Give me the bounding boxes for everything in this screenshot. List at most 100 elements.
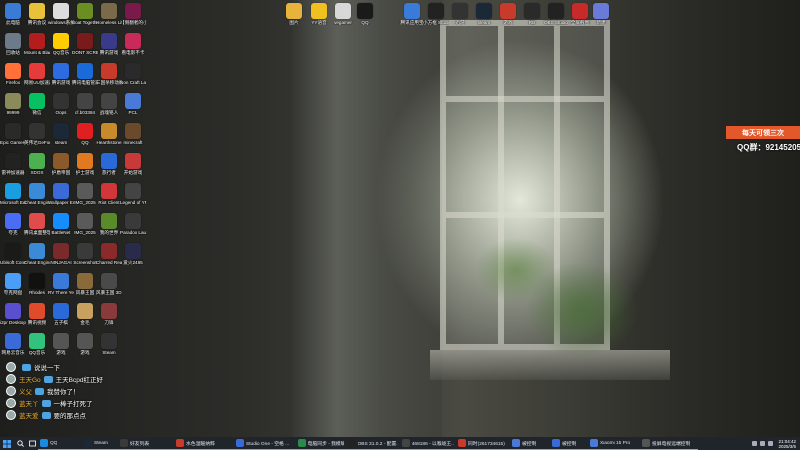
taskbar-app-button[interactable]: Steam bbox=[82, 437, 118, 450]
desktop-shortcut[interactable]: Steam bbox=[98, 333, 120, 355]
desktop-shortcut[interactable]: minecraft bbox=[122, 123, 144, 145]
desktop-shortcut[interactable]: 迅游 bbox=[449, 3, 471, 25]
network-icon[interactable] bbox=[760, 441, 766, 446]
desktop-shortcut[interactable]: Epic Games Launcher bbox=[0, 123, 26, 145]
desktop-shortcut[interactable]: 我的世界 bbox=[98, 213, 120, 235]
desktop-shortcut[interactable]: 护盾帝国 bbox=[50, 153, 72, 175]
desktop-shortcut[interactable]: Charred Realm bbox=[96, 243, 122, 265]
taskbar-app-button[interactable]: 468186 - 以喉咙王... bbox=[400, 437, 456, 450]
desktop-shortcut[interactable]: 夸克网盘 bbox=[2, 273, 24, 295]
desktop-shortcut[interactable]: Cheat Engine bbox=[24, 243, 50, 265]
search-button[interactable] bbox=[14, 437, 26, 450]
desktop-shortcut[interactable]: Screenshot bbox=[73, 243, 97, 265]
desktop-shortcut[interactable]: 游戏 bbox=[50, 333, 72, 355]
taskbar-app-button[interactable]: 好友列表 bbox=[118, 437, 174, 450]
desktop-shortcut[interactable]: Wallpaper Engine bbox=[48, 183, 74, 205]
desktop-shortcut[interactable]: 腾讯应用宝 bbox=[401, 3, 423, 25]
desktop-shortcut[interactable]: Ubisoft Connect bbox=[0, 243, 26, 265]
tray-chevron-icon[interactable] bbox=[752, 441, 758, 446]
taskbar-app-button[interactable]: 投屏电视远端控制 bbox=[640, 437, 698, 450]
desktop-shortcut[interactable]: RB bbox=[521, 3, 543, 25]
desktop-shortcut[interactable]: Paradox Launcher v2 bbox=[120, 213, 146, 235]
taskbar-app-button[interactable]: 水色温暖纳粹 bbox=[174, 437, 234, 450]
desktop-shortcut[interactable]: BattleNet bbox=[50, 213, 72, 235]
desktop-shortcut[interactable]: 腾讯游戏 bbox=[50, 63, 72, 85]
desktop-shortcut[interactable]: Mount & Blade II bbox=[24, 33, 50, 55]
desktop-shortcut[interactable]: Cheat Engine.exe bbox=[24, 183, 50, 205]
desktop-shortcut[interactable]: i2pr Desktop bbox=[0, 303, 26, 325]
desktop-shortcut[interactable]: Firefox bbox=[2, 63, 24, 85]
desktop-shortcut[interactable]: IMG_2025 bbox=[74, 213, 96, 235]
desktop-shortcut[interactable]: 腾讯游戏 bbox=[98, 33, 120, 55]
desktop-shortcut[interactable]: QQ音乐 bbox=[26, 333, 48, 355]
desktop-shortcut[interactable]: Legend of YMIR bbox=[120, 183, 146, 205]
desktop-shortcut[interactable]: 微信 bbox=[26, 93, 48, 115]
desktop-shortcut[interactable]: Hearthstone bbox=[96, 123, 122, 145]
desktop-shortcut[interactable]: 英伟达GeForce bbox=[24, 123, 50, 145]
desktop-shortcut[interactable]: XDOX bbox=[26, 153, 48, 175]
desktop-shortcut[interactable]: steam bbox=[50, 123, 72, 145]
desktop-shortcut[interactable]: 三国杀移动版 bbox=[96, 63, 122, 85]
taskbar-app-button[interactable]: OBS 31.0.2 - 配置... bbox=[346, 437, 400, 450]
desktop-shortcut[interactable]: 风暴王国 3D Demo bbox=[96, 273, 122, 295]
desktop-shortcut[interactable]: 金毛 bbox=[74, 303, 96, 325]
taskbar-app-button[interactable]: 被控制 bbox=[550, 437, 588, 450]
desktop-shortcut[interactable]: 战魂铭人 bbox=[98, 93, 120, 115]
desktop-shortcut[interactable]: Homeless Life Sim bbox=[96, 3, 122, 25]
desktop-shortcut[interactable]: 网易UU加速器 bbox=[24, 63, 50, 85]
desktop-shortcut[interactable]: Non Craft Launcher 2 bbox=[120, 63, 146, 85]
taskbar-app-button[interactable]: QQ bbox=[38, 437, 82, 450]
volume-icon[interactable] bbox=[768, 441, 774, 446]
desktop-shortcut[interactable]: NINJAGAI bbox=[50, 243, 72, 265]
desktop-shortcut[interactable]: 腾讯桌面整理 bbox=[24, 213, 50, 235]
desktop-shortcut[interactable]: 小方框 Studio bbox=[423, 3, 449, 25]
desktop-shortcut[interactable]: RV There Yet bbox=[48, 273, 74, 295]
desktop-shortcut[interactable]: Boat Together bbox=[72, 3, 98, 25]
desktop-shortcut[interactable]: 爱火2485 bbox=[122, 243, 144, 265]
desktop-shortcut[interactable]: vegamer bbox=[332, 3, 354, 25]
promo-banner[interactable]: 每天可领三次 bbox=[726, 126, 800, 139]
desktop-shortcut[interactable]: 腾讯视频 bbox=[26, 303, 48, 325]
desktop-shortcut[interactable]: Riot Client bbox=[98, 183, 120, 205]
desktop-shortcut[interactable]: 游戏 bbox=[497, 3, 519, 25]
desktop-shortcut[interactable]: 雷神加速器 bbox=[2, 153, 24, 175]
desktop-shortcut[interactable]: QQ音乐 bbox=[50, 33, 72, 55]
desktop-shortcut[interactable]: DONT SCREAM bbox=[72, 33, 98, 55]
desktop-shortcut[interactable]: 腾讯会议 bbox=[26, 3, 48, 25]
desktop-shortcut[interactable]: QQ bbox=[74, 123, 96, 145]
desktop-shortcut[interactable]: Rhodes bbox=[26, 273, 48, 295]
desktop-shortcut[interactable]: 新建 bbox=[590, 3, 612, 25]
desktop-shortcut[interactable]: 刀锋 bbox=[98, 303, 120, 325]
desktop-shortcut[interactable]: YY语音 bbox=[308, 3, 330, 25]
desktop-shortcut[interactable]: 看电影不卡 bbox=[122, 33, 144, 55]
desktop-shortcut[interactable]: 夸克 bbox=[2, 213, 24, 235]
clock[interactable]: 21:04:42 2025/3/5 bbox=[778, 439, 796, 449]
desktop-shortcut[interactable]: Microsoft Edge bbox=[0, 183, 26, 205]
desktop-shortcut[interactable]: OBS Studio bbox=[544, 3, 568, 25]
start-button[interactable] bbox=[0, 437, 14, 450]
desktop-shortcut[interactable]: IMG_2025 bbox=[74, 183, 96, 205]
desktop-shortcut[interactable]: 网易云音乐 bbox=[2, 333, 24, 355]
taskbar-app-button[interactable]: Xiaomi 15 Pro bbox=[588, 437, 640, 450]
desktop-shortcut[interactable]: PCL bbox=[122, 93, 144, 115]
desktop-shortcut[interactable]: 开始游戏 bbox=[122, 153, 144, 175]
taskbar-app-button[interactable]: 同时(261734615) bbox=[456, 437, 510, 450]
desktop-shortcut[interactable]: 风暴王国 bbox=[74, 273, 96, 295]
desktop-shortcut[interactable]: windows系统激活 bbox=[48, 3, 74, 25]
taskbar-app-button[interactable]: 电脑同步 - 我模嘛 bbox=[296, 437, 346, 450]
desktop-shortcut[interactable]: 游戏 bbox=[74, 333, 96, 355]
desktop-shortcut[interactable]: 腾讯电脑管家 bbox=[72, 63, 98, 85]
taskbar-app-button[interactable]: Studio One - 空格 ... bbox=[234, 437, 296, 450]
desktop-shortcut[interactable]: 【侧翻者的小队 IV】 bbox=[120, 3, 146, 25]
desktop-shortcut[interactable]: 回收站 bbox=[2, 33, 24, 55]
desktop-shortcut[interactable]: QQ bbox=[354, 3, 376, 25]
desktop-shortcut[interactable]: 图片 bbox=[283, 3, 305, 25]
desktop-shortcut[interactable]: steam bbox=[473, 3, 495, 25]
desktop-shortcut[interactable]: 此电脑 bbox=[2, 3, 24, 25]
desktop-shortcut[interactable]: 99999 bbox=[2, 93, 24, 115]
desktop-shortcut[interactable]: cf.b03384 bbox=[74, 93, 96, 115]
desktop-shortcut[interactable]: 护士游戏 bbox=[74, 153, 96, 175]
task-view-button[interactable] bbox=[26, 437, 38, 450]
taskbar-app-button[interactable]: 被控制 bbox=[510, 437, 550, 450]
desktop-shortcut[interactable]: 旅行者 bbox=[98, 153, 120, 175]
